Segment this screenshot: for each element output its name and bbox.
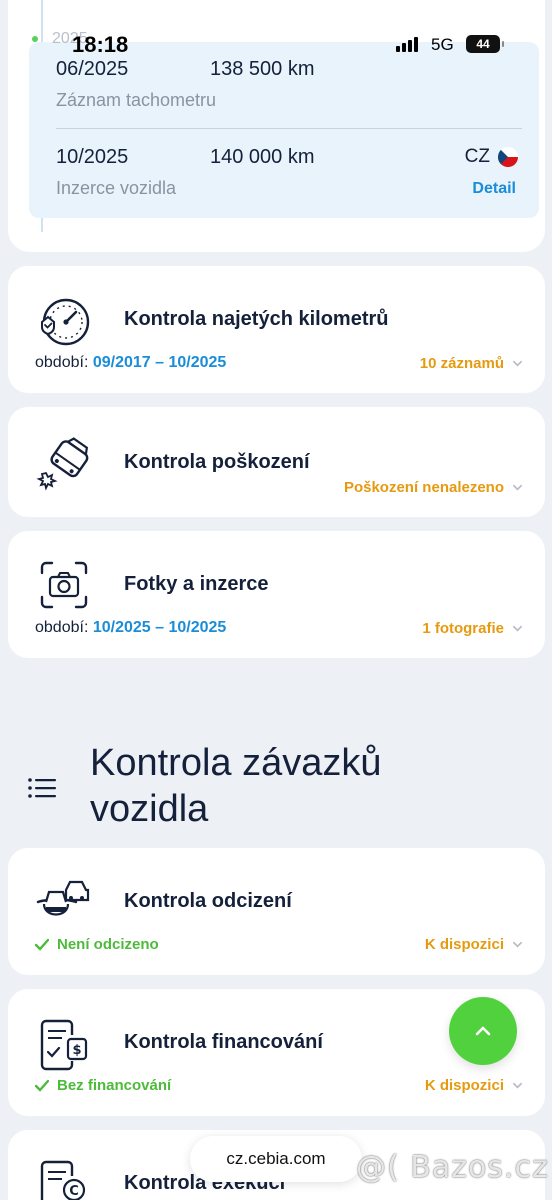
status-text: 10 záznamů [419, 355, 504, 372]
damaged-car-icon [36, 437, 89, 491]
financing-result: Bez financování [35, 1077, 171, 1094]
chevron-down-icon [513, 1082, 522, 1089]
svg-text:C: C [69, 1184, 79, 1199]
clock: 18:18 [72, 32, 129, 57]
period-label: období: [35, 619, 89, 636]
period-value: 09/2017 – 10/2025 [92, 354, 227, 371]
watermark: @( Bazos.cz [356, 1150, 549, 1185]
card-title: Kontrola najetých kilometrů [124, 308, 389, 330]
chevron-down-icon [513, 941, 522, 948]
svg-text:$: $ [72, 1043, 81, 1058]
card-title: Kontrola poškození [124, 451, 310, 473]
check-icon [35, 1079, 49, 1092]
result-text: Bez financování [57, 1077, 172, 1094]
timeline-dot [32, 36, 38, 42]
period-value: 10/2025 – 10/2025 [92, 619, 227, 636]
chevron-down-icon [513, 625, 522, 632]
period: období: 10/2025 – 10/2025 [35, 619, 226, 637]
status-text: 1 fotografie [422, 620, 504, 637]
theft-check-card[interactable]: Kontrola odcizení Není odcizeno K dispoz… [8, 848, 545, 975]
chevron-up-icon [475, 1026, 491, 1036]
theft-result: Není odcizeno [35, 936, 159, 953]
theft-status[interactable]: K dispozici [425, 936, 523, 953]
card-title: Kontrola financování [124, 1031, 323, 1053]
record-mileage: 140 000 km [210, 146, 315, 168]
section-title: Kontrola závazků vozidla [90, 742, 382, 830]
scroll-to-top-button[interactable] [449, 997, 517, 1065]
records-status[interactable]: 10 záznamů [420, 355, 523, 372]
damage-check-card[interactable]: Kontrola poškození Poškození nenalezeno [8, 407, 545, 517]
battery-level: 44 [476, 37, 490, 51]
status-text: Poškození nenalezeno [343, 479, 504, 496]
record-type: Záznam tachometru [56, 90, 217, 110]
check-icon [35, 938, 49, 951]
thief-car-icon [36, 880, 90, 916]
browser-url-bar[interactable]: cz.cebia.com [190, 1136, 362, 1182]
timeline-record: 10/2025 140 000 km Inzerce vozidla CZ De… [56, 146, 526, 206]
photos-check-card[interactable]: Fotky a inzerce období: 10/2025 – 10/202… [8, 531, 545, 658]
chevron-down-icon [513, 360, 522, 367]
photos-status[interactable]: 1 fotografie [422, 620, 523, 637]
status-bar: 2025 18:18 5G 44 [0, 0, 552, 90]
record-divider [56, 128, 522, 129]
result-text: Není odcizeno [57, 936, 159, 953]
status-text: K dispozici [424, 936, 504, 953]
card-title: Fotky a inzerce [124, 573, 269, 595]
period: období: 09/2017 – 10/2025 [35, 354, 226, 372]
record-country: CZ [465, 146, 518, 168]
speedometer-icon [41, 298, 90, 346]
record-type: Inzerce vozidla [56, 178, 177, 198]
financing-status[interactable]: K dispozici [425, 1077, 523, 1094]
network-type: 5G [431, 35, 454, 54]
detail-link[interactable]: Detail [472, 180, 516, 198]
status-text: K dispozici [424, 1077, 504, 1094]
card-title: Kontrola odcizení [124, 890, 292, 912]
period-label: období: [35, 354, 89, 371]
record-date: 10/2025 [56, 146, 129, 168]
signal-icon [396, 36, 422, 52]
finance-document-icon: $ [40, 1019, 88, 1071]
camera-icon [40, 561, 88, 609]
damage-status[interactable]: Poškození nenalezeno [344, 479, 523, 496]
mileage-check-card[interactable]: Kontrola najetých kilometrů období: 09/2… [8, 266, 545, 393]
country-code: CZ [464, 146, 490, 167]
czech-flag-icon [498, 147, 518, 167]
list-icon[interactable] [28, 778, 56, 798]
execution-document-icon: C [40, 1160, 86, 1200]
battery-icon: 44 [466, 35, 504, 53]
chevron-down-icon [513, 484, 522, 491]
